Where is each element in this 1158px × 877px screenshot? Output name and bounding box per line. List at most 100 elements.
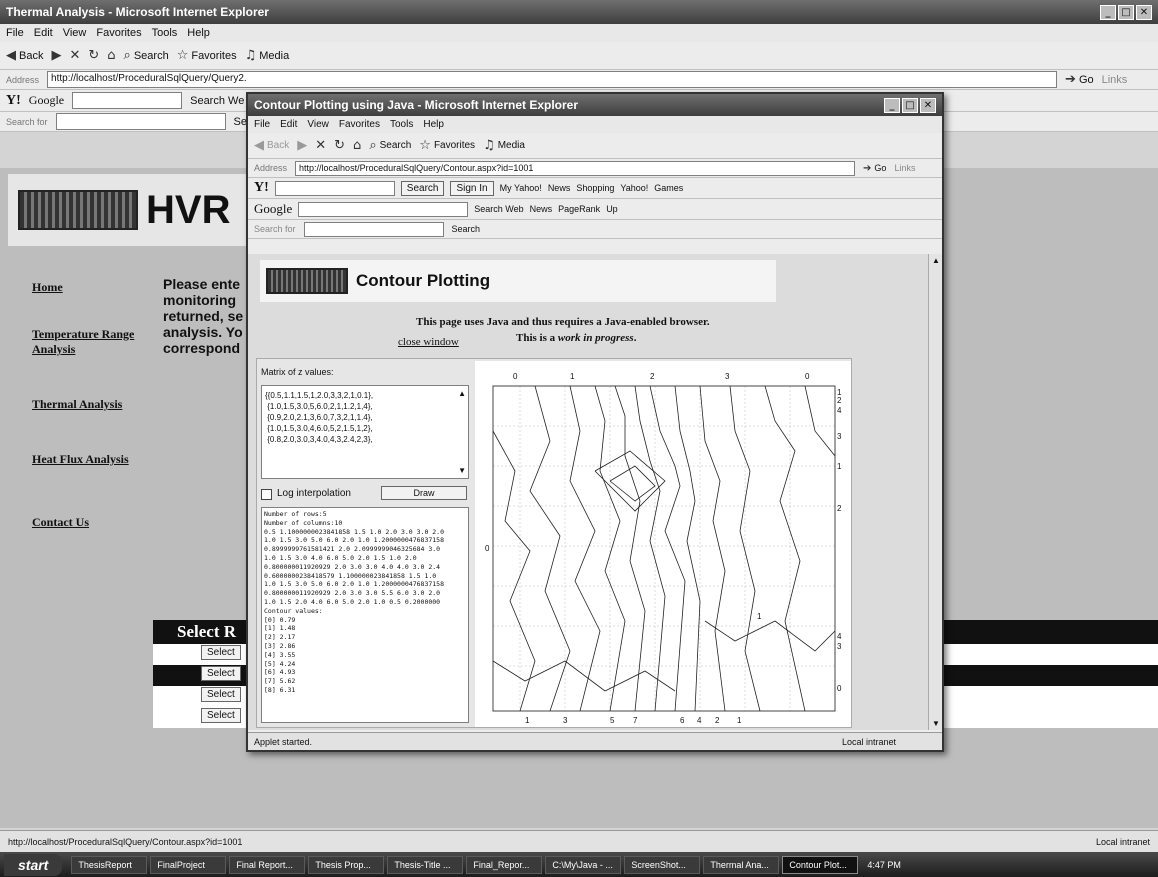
- front-window-titlebar[interactable]: Contour Plotting using Java - Microsoft …: [248, 94, 942, 116]
- menu-file[interactable]: File: [254, 119, 270, 130]
- back-button[interactable]: ◀ Back: [254, 138, 289, 153]
- scroll-up-icon[interactable]: ▲: [458, 388, 466, 399]
- taskbar-item[interactable]: Final_Repor...: [466, 855, 543, 874]
- favorites-button[interactable]: ☆ Favorites: [419, 138, 475, 153]
- minimize-icon[interactable]: _: [1100, 4, 1116, 20]
- search-button[interactable]: ⌕ Search: [369, 138, 411, 153]
- menu-view[interactable]: View: [63, 27, 87, 39]
- select-button[interactable]: Select: [201, 645, 241, 660]
- google-news[interactable]: News: [530, 204, 553, 214]
- scroll-down-icon[interactable]: ▼: [458, 465, 466, 476]
- media-button[interactable]: ♫ Media: [245, 48, 290, 63]
- menu-tools[interactable]: Tools: [152, 27, 178, 39]
- select-button[interactable]: Select: [201, 666, 241, 681]
- taskbar-item[interactable]: C:\My\Java - ...: [545, 855, 622, 874]
- back-search-field[interactable]: [55, 113, 226, 130]
- forward-arrow-icon[interactable]: ▶: [51, 48, 61, 63]
- my-yahoo[interactable]: My Yahoo!: [500, 183, 542, 193]
- google-up[interactable]: Up: [606, 204, 618, 214]
- maximize-icon[interactable]: □: [1118, 4, 1134, 20]
- front-search-field[interactable]: [303, 221, 444, 237]
- google-search-field[interactable]: [298, 201, 469, 217]
- favorites-button[interactable]: ☆ Favorites: [177, 48, 237, 63]
- nav-contact[interactable]: Contact Us: [32, 515, 157, 530]
- refresh-icon[interactable]: ↻: [334, 138, 345, 153]
- nav-temperature-range[interactable]: Temperature Range Analysis: [32, 327, 157, 357]
- back-button[interactable]: ◀ Back: [6, 48, 43, 63]
- nav-thermal-analysis[interactable]: Thermal Analysis: [32, 397, 157, 412]
- taskbar-item-active[interactable]: Contour Plot...: [782, 855, 859, 874]
- back-search-web[interactable]: Search We: [190, 95, 244, 107]
- matrix-textarea[interactable]: {{0.5,1.1,1.5,1,2.0,3,3,2,1,0.1}, {1.0,1…: [261, 385, 469, 479]
- start-button[interactable]: start: [4, 853, 63, 876]
- front-scrollbar[interactable]: ▲ ▼: [928, 254, 942, 730]
- draw-button[interactable]: Draw: [381, 486, 467, 500]
- back-window-titlebar[interactable]: Thermal Analysis - Microsoft Internet Ex…: [0, 0, 1158, 24]
- taskbar-item[interactable]: Thesis Prop...: [308, 855, 385, 874]
- menu-edit[interactable]: Edit: [34, 27, 53, 39]
- minimize-icon[interactable]: _: [884, 97, 900, 113]
- bottom-label: 2: [715, 716, 720, 725]
- yahoo-news[interactable]: News: [548, 183, 571, 193]
- yahoo-games[interactable]: Games: [654, 183, 683, 193]
- links-label[interactable]: Links: [1102, 74, 1128, 86]
- front-address-field[interactable]: http://localhost/ProceduralSqlQuery/Cont…: [295, 160, 856, 176]
- maximize-icon[interactable]: □: [902, 97, 918, 113]
- taskbar-item[interactable]: Thermal Ana...: [703, 855, 780, 874]
- close-icon[interactable]: ✕: [1136, 4, 1152, 20]
- google-search-web[interactable]: Search Web: [474, 204, 523, 214]
- taskbar-item[interactable]: Final Report...: [229, 855, 306, 874]
- page-title: Contour Plotting: [356, 271, 491, 290]
- intro-line: Please ente: [163, 276, 241, 292]
- menu-help[interactable]: Help: [423, 119, 444, 130]
- menu-favorites[interactable]: Favorites: [339, 119, 380, 130]
- media-button[interactable]: ♫ Media: [483, 138, 525, 153]
- close-icon[interactable]: ✕: [920, 97, 936, 113]
- yahoo-search-field[interactable]: [274, 180, 395, 196]
- home-icon[interactable]: ⌂: [107, 48, 115, 63]
- right-label: 4: [837, 632, 842, 641]
- yahoo-link[interactable]: Yahoo!: [620, 183, 648, 193]
- front-menubar: File Edit View Favorites Tools Help: [248, 116, 942, 133]
- menu-favorites[interactable]: Favorites: [96, 27, 141, 39]
- select-button[interactable]: Select: [201, 708, 241, 723]
- scroll-up-icon[interactable]: ▲: [932, 256, 940, 265]
- front-search-button[interactable]: Search: [452, 224, 481, 234]
- nav-heat-flux[interactable]: Heat Flux Analysis: [32, 452, 157, 467]
- back-address-field[interactable]: http://localhost/ProceduralSqlQuery/Quer…: [47, 71, 1058, 88]
- yahoo-shopping[interactable]: Shopping: [576, 183, 614, 193]
- close-window-link[interactable]: close window: [398, 336, 459, 348]
- output-text: Number of rows:5 Number of columns:10 0.…: [264, 510, 445, 694]
- favorites-label: Favorites: [191, 49, 237, 62]
- taskbar-item[interactable]: Thesis-Title ...: [387, 855, 464, 874]
- nav-home[interactable]: Home: [32, 280, 157, 295]
- back-window-title: Thermal Analysis - Microsoft Internet Ex…: [6, 5, 269, 19]
- stop-icon[interactable]: ✕: [69, 48, 80, 63]
- taskbar-item[interactable]: ScreenShot...: [624, 855, 701, 874]
- forward-arrow-icon[interactable]: ▶: [297, 138, 307, 153]
- back-google-field[interactable]: [72, 92, 183, 109]
- output-textarea[interactable]: Number of rows:5 Number of columns:10 0.…: [261, 507, 469, 723]
- log-checkbox[interactable]: [261, 489, 272, 500]
- menu-tools[interactable]: Tools: [390, 119, 413, 130]
- yahoo-search-button[interactable]: Search: [400, 180, 445, 196]
- menu-view[interactable]: View: [307, 119, 329, 130]
- menu-edit[interactable]: Edit: [280, 119, 297, 130]
- progress-prefix: This is a: [516, 332, 558, 344]
- go-button[interactable]: ➔ Go: [1065, 72, 1094, 87]
- search-button[interactable]: ⌕ Search: [124, 48, 169, 63]
- select-button[interactable]: Select: [201, 687, 241, 702]
- yahoo-sign-in[interactable]: Sign In: [450, 180, 494, 196]
- menu-file[interactable]: File: [6, 27, 24, 39]
- go-button[interactable]: ➔ Go: [863, 163, 886, 174]
- taskbar-item[interactable]: ThesisReport: [71, 855, 148, 874]
- scroll-down-icon[interactable]: ▼: [932, 719, 940, 728]
- sidebar: Home Temperature Range Analysis Thermal …: [32, 280, 157, 530]
- taskbar-item[interactable]: FinalProject: [150, 855, 227, 874]
- yahoo-logo: Y!: [254, 180, 269, 195]
- links-label[interactable]: Links: [894, 163, 915, 173]
- refresh-icon[interactable]: ↻: [88, 48, 99, 63]
- home-icon[interactable]: ⌂: [353, 138, 361, 153]
- menu-help[interactable]: Help: [187, 27, 210, 39]
- stop-icon[interactable]: ✕: [315, 138, 326, 153]
